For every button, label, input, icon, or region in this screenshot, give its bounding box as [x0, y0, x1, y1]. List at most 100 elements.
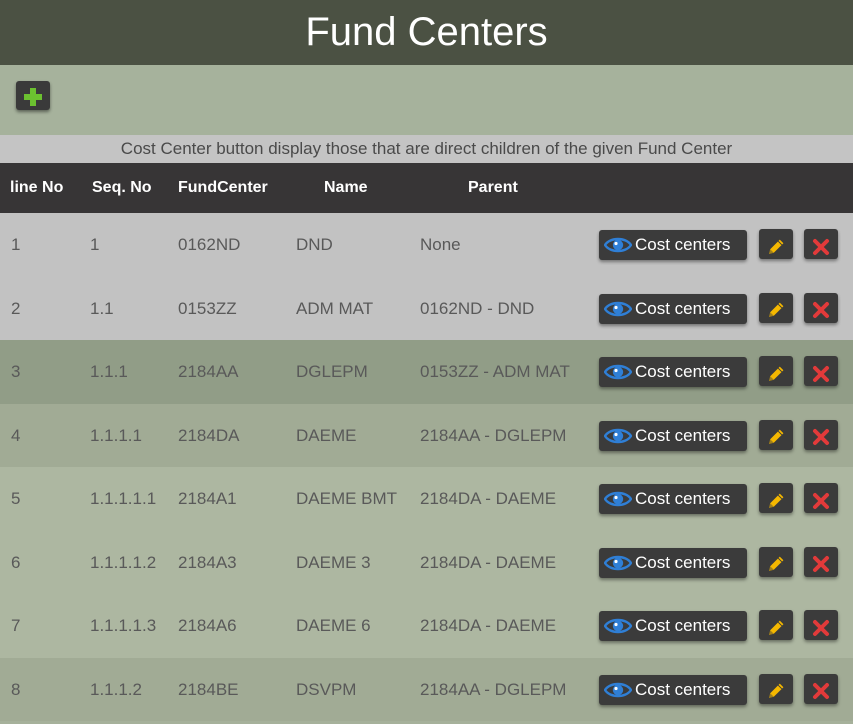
edit-button[interactable] — [759, 483, 793, 513]
edit-button[interactable] — [759, 292, 793, 323]
cell-fund-center: 2184BE — [178, 679, 239, 699]
table-header: line No Seq. No FundCenter Name Parent — [0, 163, 853, 213]
delete-button[interactable] — [804, 292, 838, 323]
add-fund-center-button[interactable] — [16, 81, 50, 110]
delete-button[interactable] — [804, 673, 838, 704]
eye-icon — [604, 491, 632, 507]
page-header: Fund Centers — [0, 0, 853, 65]
cell-line-no: 3 — [11, 362, 21, 381]
cost-centers-button[interactable]: Cost centers — [599, 357, 747, 387]
cell-name: DND — [296, 235, 333, 254]
cost-centers-label: Cost centers — [635, 235, 731, 254]
cell-line-no: 7 — [11, 616, 21, 635]
edit-button[interactable] — [759, 546, 793, 577]
cell-line-no: 4 — [11, 425, 21, 445]
pencil-icon — [769, 366, 784, 381]
header-seq-no: Seq. No — [92, 179, 152, 196]
table-row: 7 1.1.1.1.3 2184A6 DAEME 6 2184DA - DAEM… — [0, 594, 853, 658]
pencil-icon — [769, 493, 784, 508]
delete-button[interactable] — [804, 546, 838, 577]
cost-centers-label: Cost centers — [635, 616, 731, 635]
pencil-icon — [769, 302, 784, 317]
table-row: 5 1.1.1.1.1 2184A1 DAEME BMT 2184DA - DA… — [0, 467, 853, 531]
eye-icon — [604, 555, 632, 570]
cell-name: ADM MAT — [296, 298, 374, 318]
edit-button[interactable] — [759, 229, 793, 259]
delete-button[interactable] — [804, 356, 838, 386]
cell-seq-no: 1.1.1.2 — [90, 679, 142, 699]
delete-button[interactable] — [804, 419, 838, 450]
header-parent: Parent — [468, 179, 518, 196]
cost-centers-button[interactable]: Cost centers — [599, 674, 747, 705]
cell-fund-center: 0162ND — [178, 235, 241, 254]
cost-centers-label: Cost centers — [635, 362, 731, 381]
cost-centers-label: Cost centers — [635, 679, 731, 699]
cell-seq-no: 1.1 — [90, 298, 114, 318]
cell-seq-no: 1 — [90, 235, 100, 254]
edit-button[interactable] — [759, 419, 793, 450]
edit-button[interactable] — [759, 610, 793, 640]
close-icon — [813, 492, 829, 509]
cost-centers-label: Cost centers — [635, 552, 731, 572]
cost-centers-button[interactable]: Cost centers — [599, 611, 747, 641]
cell-name: DGLEPM — [296, 362, 368, 381]
pencil-icon — [769, 239, 784, 254]
page-title: Fund Centers — [305, 10, 548, 54]
cell-parent: 2184DA - DAEME — [420, 489, 557, 508]
info-note: Cost Center button display those that ar… — [0, 135, 853, 163]
cost-centers-label: Cost centers — [635, 298, 731, 318]
cell-fund-center: 2184A3 — [178, 552, 237, 572]
eye-icon — [604, 682, 632, 697]
cell-parent: 2184AA - DGLEPM — [420, 425, 567, 445]
edit-button[interactable] — [759, 356, 793, 386]
close-icon — [813, 365, 829, 382]
cost-centers-label: Cost centers — [635, 425, 731, 445]
table-row: 3 1.1.1 2184AA DGLEPM 0153ZZ - ADM MAT C… — [0, 340, 853, 404]
cell-name: DAEME BMT — [296, 489, 398, 508]
cell-parent: 2184AA - DGLEPM — [420, 679, 567, 699]
eye-icon — [604, 364, 632, 380]
cost-centers-button[interactable]: Cost centers — [599, 547, 747, 578]
eye-icon — [604, 618, 632, 634]
cell-parent: 2184DA - DAEME — [420, 616, 557, 635]
cell-fund-center: 2184AA — [178, 362, 239, 381]
close-icon — [813, 683, 829, 699]
cell-seq-no: 1.1.1.1.3 — [90, 616, 157, 635]
cell-line-no: 8 — [11, 679, 21, 699]
close-icon — [813, 302, 829, 318]
cell-name: DAEME 3 — [296, 552, 371, 572]
pencil-icon — [769, 620, 784, 635]
plus-icon — [24, 88, 42, 106]
cost-centers-button[interactable]: Cost centers — [599, 420, 747, 451]
fund-centers-table-body: 1 1 0162ND DND None Cost centers 2 1.1 0… — [0, 213, 853, 721]
eye-icon — [604, 428, 632, 443]
cell-seq-no: 1.1.1 — [90, 362, 128, 381]
table-row: 4 1.1.1.1 2184DA DAEME 2184AA - DGLEPM C… — [0, 403, 853, 467]
cell-name: DAEME 6 — [296, 616, 371, 635]
edit-button[interactable] — [759, 673, 793, 704]
header-line-no: line No — [10, 179, 64, 196]
delete-button[interactable] — [804, 483, 838, 513]
cell-parent: 0153ZZ - ADM MAT — [420, 362, 570, 381]
pencil-icon — [769, 556, 784, 571]
cell-parent: 0162ND - DND — [420, 298, 535, 318]
cell-fund-center: 2184A1 — [178, 489, 237, 508]
cost-centers-button[interactable]: Cost centers — [599, 293, 747, 324]
close-icon — [813, 556, 829, 572]
cell-parent: None — [420, 235, 461, 254]
eye-icon — [604, 237, 632, 253]
toolbar — [0, 65, 853, 135]
cell-parent: 2184DA - DAEME — [420, 552, 557, 572]
cell-seq-no: 1.1.1.1.1 — [90, 489, 157, 508]
cell-fund-center: 2184A6 — [178, 616, 237, 635]
table-row: 2 1.1 0153ZZ ADM MAT 0162ND - DND Cost c… — [0, 276, 853, 340]
cost-centers-button[interactable]: Cost centers — [599, 484, 747, 514]
delete-button[interactable] — [804, 229, 838, 259]
delete-button[interactable] — [804, 610, 838, 640]
cost-centers-button[interactable]: Cost centers — [599, 230, 747, 260]
pencil-icon — [769, 429, 784, 444]
table-row: 8 1.1.1.2 2184BE DSVPM 2184AA - DGLEPM C… — [0, 657, 853, 721]
header-fund-center: FundCenter — [178, 179, 268, 196]
table-row: 6 1.1.1.1.2 2184A3 DAEME 3 2184DA - DAEM… — [0, 530, 853, 594]
pencil-icon — [769, 683, 784, 698]
